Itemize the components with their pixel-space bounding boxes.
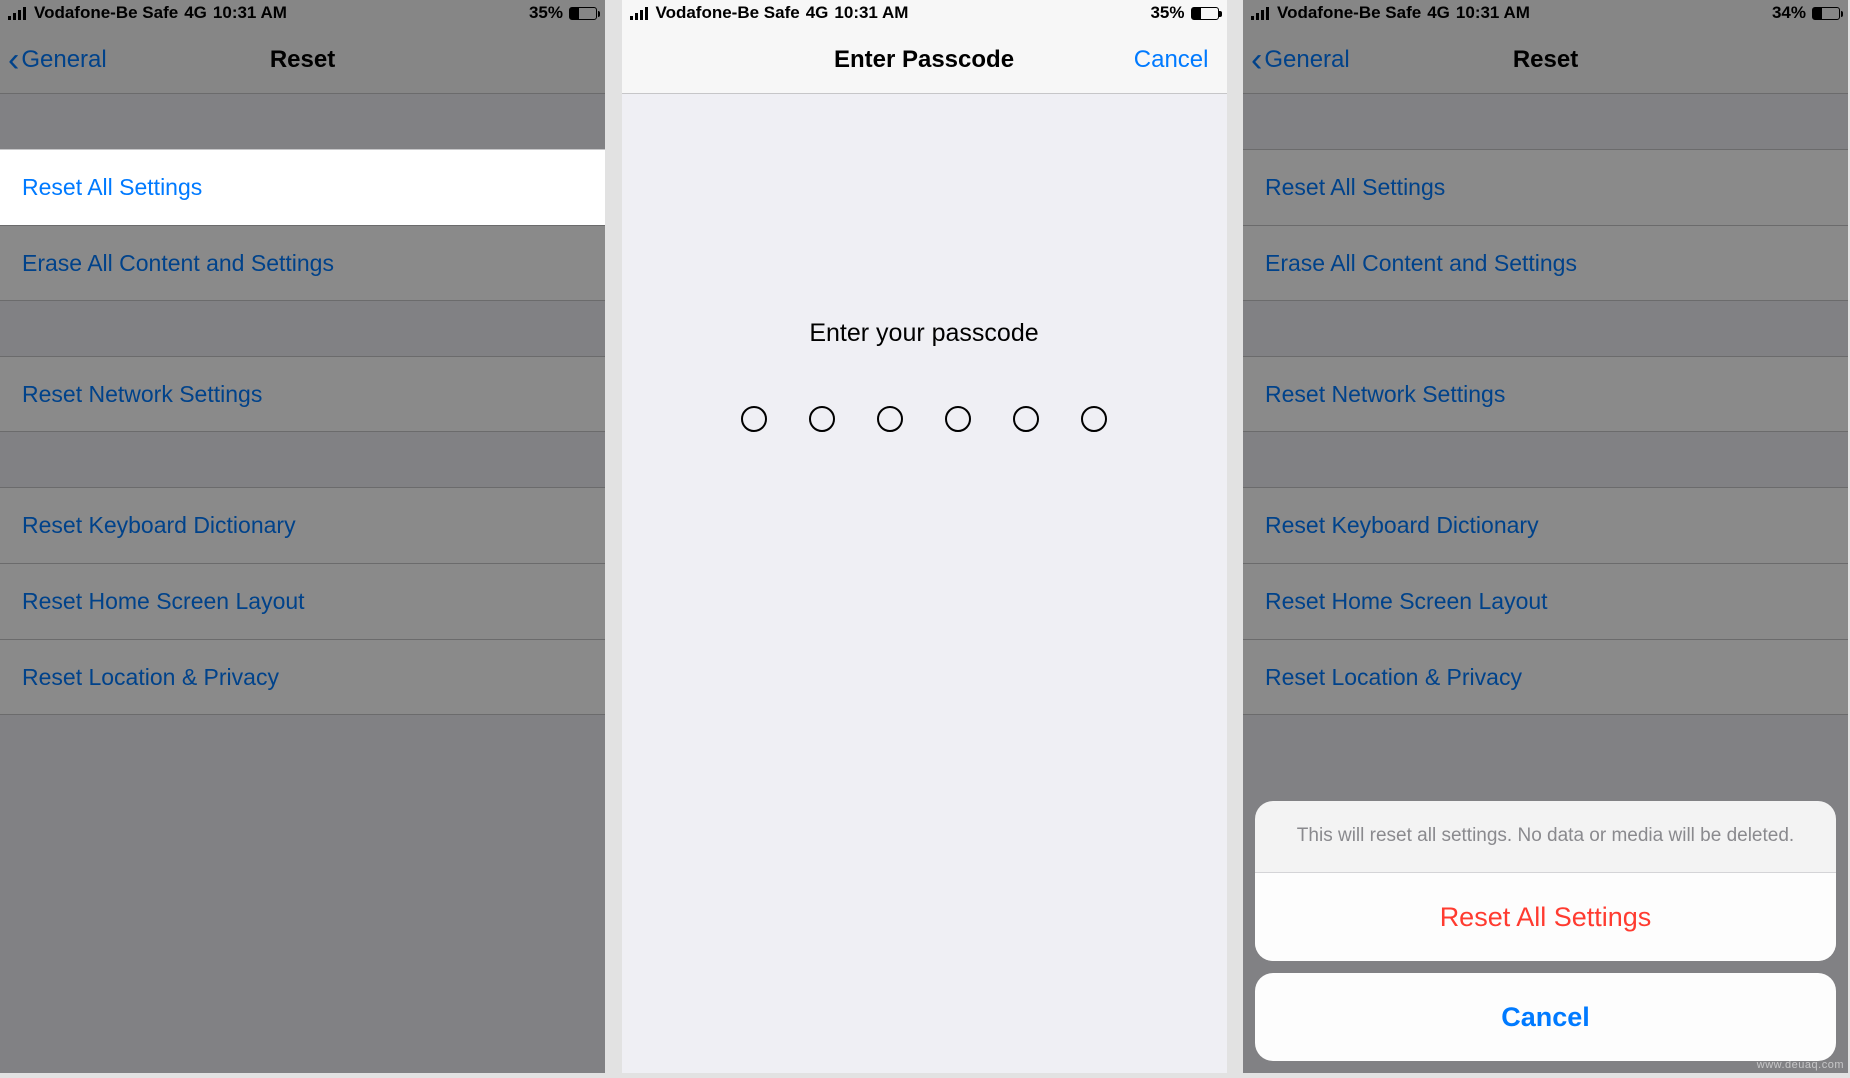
time-label: 10:31 AM xyxy=(1456,3,1530,23)
reset-keyboard-dictionary-row[interactable]: Reset Keyboard Dictionary xyxy=(1243,487,1848,563)
page-title: Reset xyxy=(270,46,335,74)
chevron-left-icon: ‹ xyxy=(1251,43,1262,77)
passcode-prompt-label: Enter your passcode xyxy=(809,319,1038,348)
passcode-dot xyxy=(809,406,835,432)
reset-location-privacy-row[interactable]: Reset Location & Privacy xyxy=(0,639,605,715)
action-sheet-message: This will reset all settings. No data or… xyxy=(1255,801,1836,873)
status-bar: Vodafone-Be Safe 4G 10:31 AM 35% xyxy=(0,0,605,26)
reset-all-settings-row[interactable]: Reset All Settings xyxy=(1243,149,1848,225)
reset-home-screen-layout-row[interactable]: Reset Home Screen Layout xyxy=(1243,563,1848,639)
reset-keyboard-dictionary-row[interactable]: Reset Keyboard Dictionary xyxy=(0,487,605,563)
passcode-dot xyxy=(1013,406,1039,432)
screenshot-enter-passcode: Vodafone-Be Safe 4G 10:31 AM 35% Enter P… xyxy=(622,0,1227,1073)
cellular-signal-icon xyxy=(1251,7,1271,20)
carrier-label: Vodafone-Be Safe xyxy=(34,3,178,23)
action-sheet-cancel-button[interactable]: Cancel xyxy=(1255,973,1836,1061)
network-label: 4G xyxy=(184,3,207,23)
reset-options-list: Reset All Settings Erase All Content and… xyxy=(0,149,605,715)
battery-percent-label: 35% xyxy=(1150,3,1184,23)
erase-all-content-row[interactable]: Erase All Content and Settings xyxy=(0,225,605,301)
time-label: 10:31 AM xyxy=(834,3,908,23)
battery-icon xyxy=(1191,7,1219,20)
battery-percent-label: 34% xyxy=(1772,3,1806,23)
cellular-signal-icon xyxy=(8,7,28,20)
passcode-dot xyxy=(1081,406,1107,432)
back-button[interactable]: ‹ General xyxy=(8,26,107,93)
reset-home-screen-layout-row[interactable]: Reset Home Screen Layout xyxy=(0,563,605,639)
passcode-entry-area: Enter your passcode xyxy=(622,94,1227,1073)
battery-percent-label: 35% xyxy=(529,3,563,23)
back-label: General xyxy=(1264,46,1349,74)
watermark-label: www.deuaq.com xyxy=(1757,1059,1844,1071)
battery-icon xyxy=(569,7,597,20)
passcode-dot xyxy=(945,406,971,432)
screenshot-reset-list-dimmed: Vodafone-Be Safe 4G 10:31 AM 35% ‹ Gener… xyxy=(0,0,605,1073)
nav-bar: Enter Passcode Cancel xyxy=(622,26,1227,94)
passcode-dot xyxy=(877,406,903,432)
carrier-label: Vodafone-Be Safe xyxy=(656,3,800,23)
chevron-left-icon: ‹ xyxy=(8,43,19,77)
passcode-dots[interactable] xyxy=(741,406,1107,432)
carrier-label: Vodafone-Be Safe xyxy=(1277,3,1421,23)
status-bar: Vodafone-Be Safe 4G 10:31 AM 35% xyxy=(622,0,1227,26)
status-bar: Vodafone-Be Safe 4G 10:31 AM 34% xyxy=(1243,0,1848,26)
passcode-dot xyxy=(741,406,767,432)
network-label: 4G xyxy=(806,3,829,23)
screenshot-reset-action-sheet: Vodafone-Be Safe 4G 10:31 AM 34% ‹ Gener… xyxy=(1243,0,1848,1073)
time-label: 10:31 AM xyxy=(213,3,287,23)
reset-location-privacy-row[interactable]: Reset Location & Privacy xyxy=(1243,639,1848,715)
back-label: General xyxy=(21,46,106,74)
confirm-action-sheet: This will reset all settings. No data or… xyxy=(1255,801,1836,1061)
back-button[interactable]: ‹ General xyxy=(1251,26,1350,93)
page-title: Enter Passcode xyxy=(834,46,1014,74)
cellular-signal-icon xyxy=(630,7,650,20)
reset-network-settings-row[interactable]: Reset Network Settings xyxy=(0,356,605,432)
nav-bar: ‹ General Reset xyxy=(1243,26,1848,94)
battery-icon xyxy=(1812,7,1840,20)
network-label: 4G xyxy=(1427,3,1450,23)
reset-network-settings-row[interactable]: Reset Network Settings xyxy=(1243,356,1848,432)
page-title: Reset xyxy=(1513,46,1578,74)
nav-bar: ‹ General Reset xyxy=(0,26,605,94)
reset-all-settings-row[interactable]: Reset All Settings xyxy=(0,149,605,225)
confirm-reset-all-settings-button[interactable]: Reset All Settings xyxy=(1255,873,1836,961)
reset-options-list: Reset All Settings Erase All Content and… xyxy=(1243,149,1848,715)
erase-all-content-row[interactable]: Erase All Content and Settings xyxy=(1243,225,1848,301)
cancel-button[interactable]: Cancel xyxy=(1134,26,1209,93)
